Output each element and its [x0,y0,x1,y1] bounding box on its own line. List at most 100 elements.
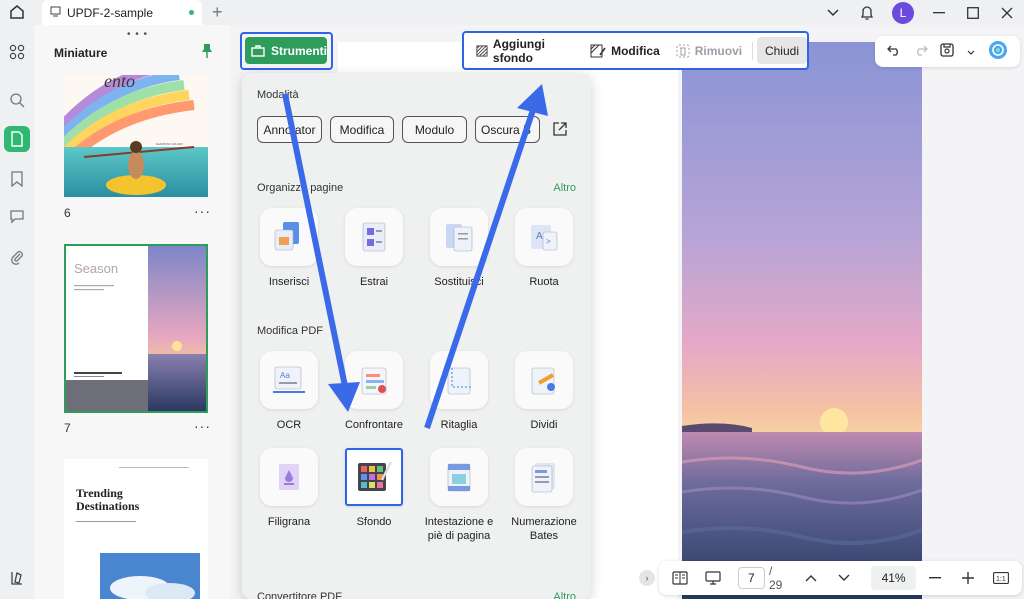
comment-icon[interactable] [4,203,30,229]
header-footer-tool[interactable]: Intestazione e piè di pagina [416,448,502,543]
rainbow-kayak-image: RAINBOW COLORS ento [64,75,208,197]
watermark-label: Filigrana [267,516,311,528]
zoom-level[interactable]: 41% [871,566,917,590]
season-page-image: Season [66,246,206,411]
crop-label: Ritaglia [440,419,478,431]
thumbnail-season-title: Season [74,261,118,276]
more-options-button[interactable]: ··· [194,203,211,219]
svg-text:RAINBOW COLORS: RAINBOW COLORS [156,142,183,146]
organize-more-link[interactable]: Altro [553,182,576,194]
tab-title: UPDF-2-sample [67,5,154,20]
pages-icon[interactable] [4,126,30,152]
zoom-out-icon[interactable] [920,565,949,591]
crop-tool[interactable]: Ritaglia [416,351,502,432]
add-background-button[interactable]: Aggiungi sfondo [470,37,580,65]
save-icon[interactable] [940,43,955,60]
background-label: Sfondo [356,516,392,528]
attachment-icon[interactable] [4,244,30,270]
mode-section-title: Modalità [257,89,299,101]
chevron-down-icon[interactable] [816,0,850,25]
page-thumbnail-6[interactable]: RAINBOW COLORS ento [64,75,208,197]
pin-icon[interactable] [200,43,214,62]
bates-numbering-tool[interactable]: Numerazione Bates [501,448,587,543]
toolbox-icon [251,44,265,57]
left-rail [0,25,34,599]
watermark-tool[interactable]: Filigrana [246,448,332,529]
bates-numbering-icon [515,448,573,506]
extract-label: Estrai [359,276,389,288]
thumbnails-title: Miniature [54,46,108,60]
title-bar: UPDF-2-sample + L [0,0,1024,25]
mode-annotator-button[interactable]: Annotator [257,116,322,143]
extract-tool[interactable]: Estrai [331,208,417,289]
rotate-pages-icon: A > [515,208,573,266]
apps-grid-icon[interactable] [4,39,30,65]
layers-icon[interactable] [4,565,30,591]
page-number-7: 7 [64,421,71,435]
insert-tool[interactable]: Inserisci [246,208,332,289]
undo-icon[interactable] [887,44,901,59]
mode-form-button[interactable]: Modulo [402,116,467,143]
new-tab-button[interactable]: + [212,2,223,22]
edit-background-button[interactable]: Modifica [584,37,666,64]
presentation-icon[interactable] [698,565,727,591]
checker-icon [476,44,488,57]
expand-toggle-icon[interactable]: › [639,570,655,586]
search-icon[interactable] [4,87,30,113]
compare-label: Confrontare [344,419,404,431]
tools-button[interactable]: Strumenti [245,37,327,64]
organize-section-title: Organizza pagine [257,182,344,194]
ocr-icon: Aa [260,351,318,409]
bell-icon[interactable] [850,0,884,25]
redo-icon[interactable] [914,44,928,59]
actual-size-icon[interactable]: 1:1 [987,565,1016,591]
home-icon[interactable] [8,3,26,21]
svg-text:Aa: Aa [280,371,290,380]
current-page-input[interactable]: 7 [737,567,765,589]
strumenti-highlight: Strumenti [240,32,333,70]
rotate-label: Ruota [529,276,559,288]
ocr-tool[interactable]: Aa OCR [246,351,332,432]
page-thumbnail-7[interactable]: Season [64,244,208,413]
converter-more-link[interactable]: Altro [553,591,576,599]
open-external-icon[interactable] [552,121,568,140]
rotate-tool[interactable]: A > Ruota [501,208,587,289]
replace-tool[interactable]: Sostituisci [416,208,502,289]
insert-pages-icon [260,208,318,266]
background-tool[interactable]: Sfondo [331,448,417,529]
next-page-icon[interactable] [830,565,859,591]
thumbnails-panel: • • • Miniature RAINBOW COLORS ento 6 ··… [34,25,230,599]
reading-mode-icon[interactable] [665,565,694,591]
compare-tool[interactable]: Confrontare [331,351,417,432]
right-tool-group [875,36,1020,67]
crop-icon [430,351,488,409]
page-number-6: 6 [64,206,71,220]
split-tool[interactable]: Dividi [501,351,587,432]
mode-redact-button[interactable]: Oscura B [475,116,540,143]
avatar[interactable]: L [892,1,914,24]
watermark-icon [260,448,318,506]
compare-icon [345,351,403,409]
edit-pdf-section-title: Modifica PDF [257,325,324,337]
bates-numbering-label: Numerazione Bates [511,516,577,542]
page-thumbnail-8[interactable]: Trending Destinations [64,459,208,599]
close-button[interactable]: Chiudi [756,37,807,64]
converter-section-title: Convertitore PDF [257,591,342,599]
zoom-in-icon[interactable] [953,565,982,591]
chevron-down-icon[interactable] [967,45,975,59]
bookmark-icon[interactable] [4,166,30,192]
drag-handle[interactable]: • • • [127,29,148,40]
insert-label: Inserisci [268,276,310,288]
document-tab[interactable]: UPDF-2-sample [42,0,202,25]
previous-page-icon[interactable] [797,565,826,591]
remove-background-button[interactable]: Rimuovi [670,37,748,64]
minimize-icon[interactable] [922,0,956,25]
more-options-button[interactable]: ··· [194,418,211,434]
ai-assistant-icon[interactable] [988,40,1008,63]
sunset-sea-image [682,42,922,599]
maximize-icon[interactable] [956,0,990,25]
thumbnail-rule [119,467,189,468]
tools-button-label: Strumenti [270,43,327,58]
close-window-icon[interactable] [990,0,1024,25]
mode-edit-button[interactable]: Modifica [330,116,394,143]
